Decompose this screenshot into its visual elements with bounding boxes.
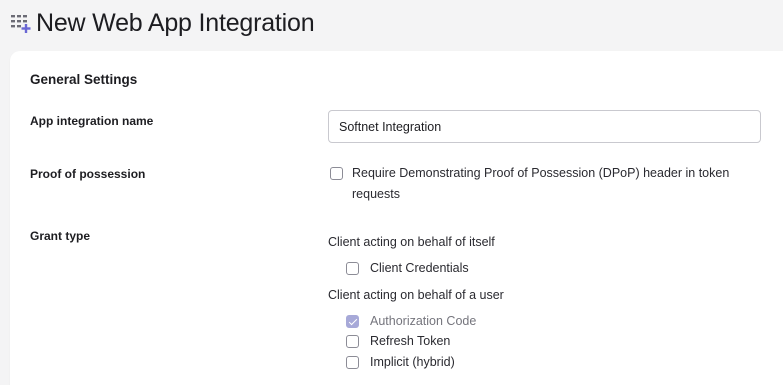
authorization-code-checkbox[interactable]	[346, 315, 359, 328]
proof-of-possession-label: Proof of possession	[30, 167, 146, 181]
page-title: New Web App Integration	[36, 8, 315, 37]
grant-group-user-label: Client acting on behalf of a user	[328, 288, 504, 302]
authorization-code-label: Authorization Code	[370, 314, 477, 328]
dpop-checkbox-label: Require Demonstrating Proof of Possessio…	[352, 166, 730, 201]
client-credentials-checkbox[interactable]	[346, 262, 359, 275]
refresh-token-label: Refresh Token	[370, 334, 451, 348]
implicit-hybrid-checkbox[interactable]	[346, 356, 359, 369]
dpop-checkbox[interactable]	[330, 167, 343, 180]
page-header: New Web App Integration	[10, 8, 315, 38]
app-integration-name-input[interactable]	[328, 110, 761, 143]
grant-group-itself-label: Client acting on behalf of itself	[328, 235, 495, 249]
grid-plus-icon	[10, 12, 32, 34]
refresh-token-checkbox[interactable]	[346, 335, 359, 348]
app-integration-name-label: App integration name	[30, 114, 154, 128]
general-settings-card: General Settings App integration name Pr…	[10, 51, 783, 385]
grant-type-label: Grant type	[30, 229, 91, 243]
implicit-hybrid-label: Implicit (hybrid)	[370, 355, 455, 369]
client-credentials-label: Client Credentials	[370, 261, 469, 275]
section-title: General Settings	[30, 72, 138, 87]
